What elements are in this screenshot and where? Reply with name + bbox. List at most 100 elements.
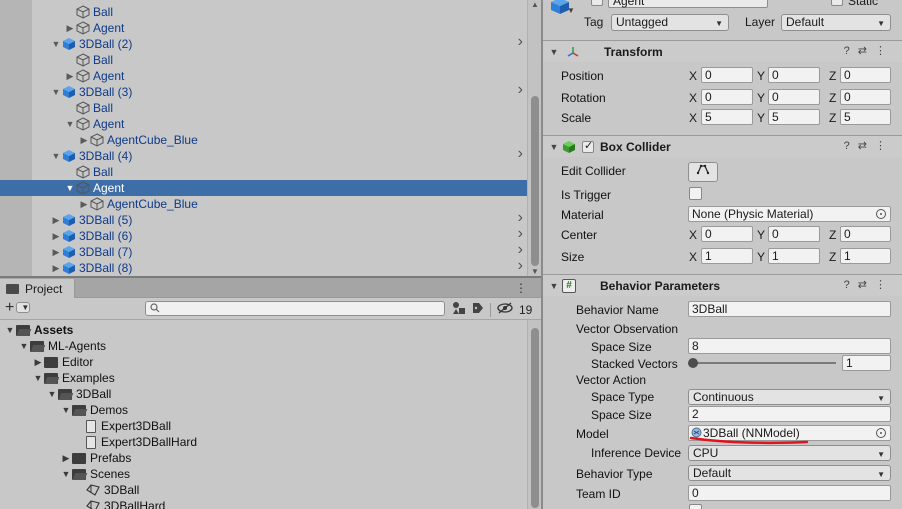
center-y-field[interactable]: 0 <box>768 226 820 242</box>
hierarchy-item[interactable]: Ball <box>32 52 527 68</box>
hierarchy-item[interactable]: ▼ 3DBall (4) › <box>32 145 527 164</box>
collapsed-arrow-icon[interactable]: ▶ <box>64 23 76 34</box>
project-item[interactable]: 3DBall <box>74 482 139 498</box>
project-item[interactable]: ▶ Prefabs <box>60 450 132 466</box>
project-item[interactable]: ▼ 3DBall <box>46 386 112 402</box>
hierarchy-item[interactable]: ▼ Agent <box>32 116 527 132</box>
project-scroll-thumb[interactable] <box>531 328 539 508</box>
stacked-vectors-field[interactable]: 1 <box>842 355 891 371</box>
object-picker-icon[interactable] <box>876 428 886 438</box>
action-space-size-field[interactable]: 2 <box>688 406 891 422</box>
rotation-x-field[interactable]: 0 <box>701 89 753 105</box>
foldout-arrow-icon[interactable]: ▼ <box>546 47 562 57</box>
create-button[interactable]: + ▼ <box>5 299 31 317</box>
team-id-field[interactable]: 0 <box>688 485 891 501</box>
position-y-field[interactable]: 0 <box>768 67 820 83</box>
scroll-up-icon[interactable]: ▲ <box>531 0 539 9</box>
rotation-z-field[interactable]: 0 <box>840 89 891 105</box>
inference-device-dropdown[interactable]: CPU ▼ <box>688 445 891 461</box>
size-x-field[interactable]: 1 <box>701 248 753 264</box>
chevron-right-icon[interactable]: › <box>518 81 523 99</box>
expanded-arrow-icon[interactable]: ▼ <box>64 183 76 193</box>
collapsed-arrow-icon[interactable]: ▶ <box>50 247 62 258</box>
hierarchy-item[interactable]: ▶ 3DBall (7) › <box>32 241 527 260</box>
filter-by-type-icon[interactable] <box>452 301 466 318</box>
project-item[interactable]: ▼ Examples <box>32 370 115 386</box>
project-scrollbar[interactable] <box>527 320 541 509</box>
hierarchy-item[interactable]: ▶ Agent <box>32 20 527 36</box>
chevron-right-icon[interactable]: › <box>518 33 523 51</box>
size-y-field[interactable]: 1 <box>768 248 820 264</box>
hidden-packages-icon[interactable] <box>497 302 513 317</box>
component-tools[interactable]: ?⇄⋮ <box>844 139 894 152</box>
project-item[interactable]: ▼ Scenes <box>60 466 131 482</box>
expanded-arrow-icon[interactable]: ▼ <box>64 119 76 129</box>
collapsed-arrow-icon[interactable]: ▶ <box>60 453 72 464</box>
transform-header[interactable]: ▼ Transform ?⇄⋮ <box>543 40 902 62</box>
panel-options-icon[interactable]: ⋮ <box>515 281 533 295</box>
observation-space-size-field[interactable]: 8 <box>688 338 891 354</box>
icon-dropdown-icon[interactable]: ▼ <box>567 6 575 15</box>
chevron-right-icon[interactable]: › <box>518 145 523 163</box>
project-item[interactable]: Expert3DBall <box>74 418 171 434</box>
collapsed-arrow-icon[interactable]: ▶ <box>64 71 76 82</box>
behavior-type-dropdown[interactable]: Default ▼ <box>688 465 891 481</box>
material-field[interactable]: None (Physic Material) <box>688 206 891 222</box>
expanded-arrow-icon[interactable]: ▼ <box>32 373 44 383</box>
object-picker-icon[interactable] <box>876 209 886 219</box>
expanded-arrow-icon[interactable]: ▼ <box>18 341 30 351</box>
static-checkbox[interactable] <box>831 0 843 6</box>
position-x-field[interactable]: 0 <box>701 67 753 83</box>
search-input[interactable] <box>145 301 445 316</box>
hierarchy-item[interactable]: Ball <box>32 164 527 180</box>
hierarchy-item[interactable]: ▼ 3DBall (3) › <box>32 81 527 100</box>
hierarchy-item[interactable]: ▶ 3DBall (5) › <box>32 209 527 228</box>
panel-menu-icon[interactable]: ⋮ <box>515 281 533 295</box>
stacked-vectors-slider-handle[interactable] <box>688 358 698 368</box>
layer-dropdown[interactable]: Default ▼ <box>781 14 891 31</box>
object-name-field[interactable]: Agent <box>608 0 768 8</box>
filter-by-label-icon[interactable] <box>472 302 484 317</box>
expanded-arrow-icon[interactable]: ▼ <box>46 389 58 399</box>
center-x-field[interactable]: 0 <box>701 226 753 242</box>
expanded-arrow-icon[interactable]: ▼ <box>50 151 62 161</box>
hierarchy-item[interactable]: ▼ Agent <box>0 180 527 196</box>
foldout-arrow-icon[interactable]: ▼ <box>546 142 562 152</box>
next-checkbox[interactable] <box>689 504 702 509</box>
tag-dropdown[interactable]: Untagged ▼ <box>611 14 729 31</box>
scale-z-field[interactable]: 5 <box>840 109 891 125</box>
space-type-dropdown[interactable]: Continuous ▼ <box>688 389 891 405</box>
collapsed-arrow-icon[interactable]: ▶ <box>32 357 44 368</box>
position-z-field[interactable]: 0 <box>840 67 891 83</box>
expanded-arrow-icon[interactable]: ▼ <box>50 87 62 97</box>
expanded-arrow-icon[interactable]: ▼ <box>50 39 62 49</box>
box-collider-header[interactable]: ▼ Box Collider ?⇄⋮ <box>543 135 902 157</box>
collapsed-arrow-icon[interactable]: ▶ <box>50 263 62 274</box>
component-tools[interactable]: ?⇄⋮ <box>844 44 894 57</box>
collapsed-arrow-icon[interactable]: ▶ <box>78 199 90 210</box>
project-item[interactable]: ▼ Assets <box>4 322 74 338</box>
hierarchy-item[interactable]: ▶ 3DBall (6) › <box>32 225 527 244</box>
behavior-parameters-header[interactable]: ▼ # Behavior Parameters ?⇄⋮ <box>543 274 902 296</box>
hierarchy-scrollbar[interactable]: ▲ ▼ <box>527 0 541 276</box>
hierarchy-scroll-thumb[interactable] <box>531 96 539 266</box>
hierarchy-item[interactable]: ▶ Agent <box>32 68 527 84</box>
box-collider-enabled-checkbox[interactable] <box>582 139 594 153</box>
expanded-arrow-icon[interactable]: ▼ <box>60 469 72 479</box>
rotation-y-field[interactable]: 0 <box>768 89 820 105</box>
stacked-vectors-slider-track[interactable] <box>693 362 836 364</box>
hierarchy-item[interactable]: ▶ AgentCube_Blue <box>32 132 527 148</box>
expanded-arrow-icon[interactable]: ▼ <box>60 405 72 415</box>
behavior-name-field[interactable]: 3DBall <box>688 301 891 317</box>
hierarchy-item[interactable]: Ball <box>32 4 527 20</box>
project-item[interactable]: 3DBallHard <box>74 498 165 509</box>
expanded-arrow-icon[interactable]: ▼ <box>4 325 16 335</box>
tab-project[interactable]: Project <box>0 279 75 298</box>
active-checkbox[interactable] <box>591 0 603 6</box>
component-tools[interactable]: ?⇄⋮ <box>844 278 894 291</box>
edit-collider-button[interactable] <box>688 162 718 182</box>
scale-y-field[interactable]: 5 <box>768 109 820 125</box>
hierarchy-item[interactable]: ▼ 3DBall (2) › <box>32 33 527 52</box>
scale-x-field[interactable]: 5 <box>701 109 753 125</box>
hierarchy-item[interactable]: ▶ 3DBall (8) › <box>32 257 527 276</box>
